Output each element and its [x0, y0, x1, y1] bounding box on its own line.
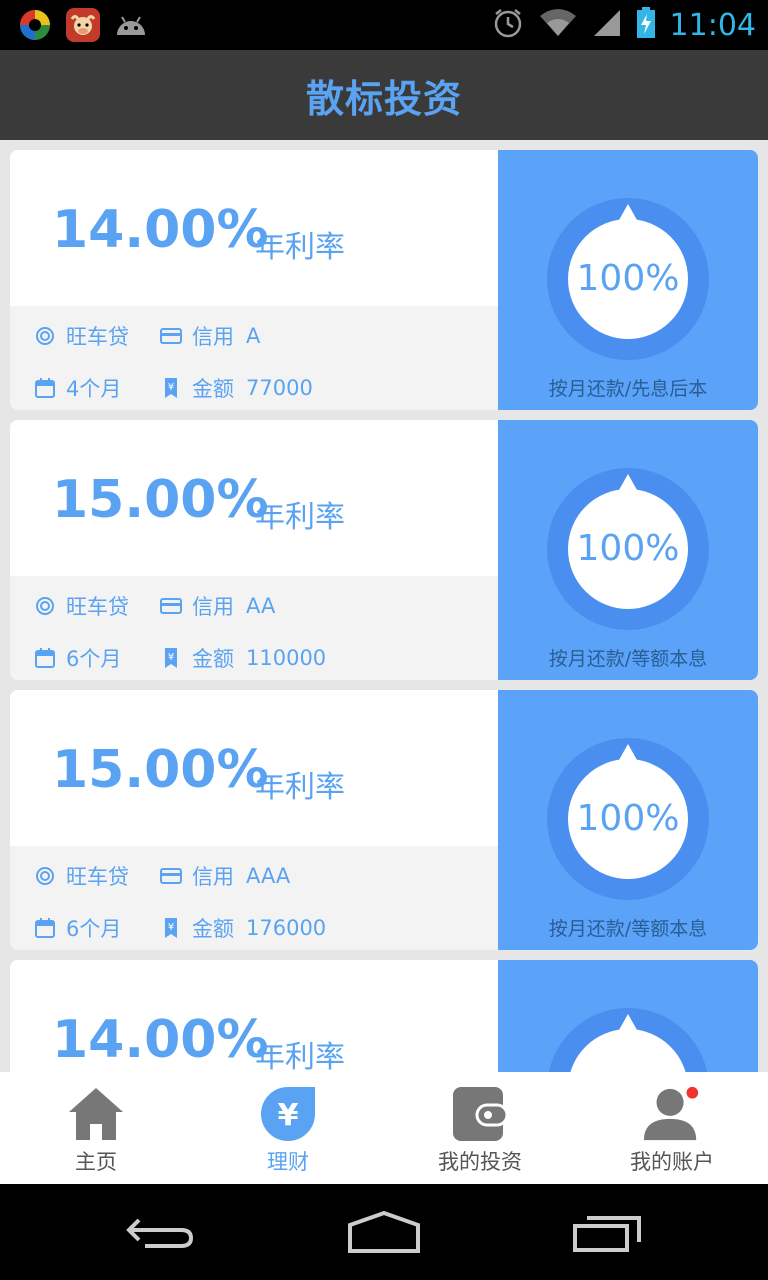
annual-rate: 14.00%	[52, 1010, 269, 1070]
app-cow-icon	[66, 8, 100, 42]
battery-charging-icon	[636, 7, 656, 43]
loan-list[interactable]: 14.00% 年利率 旺车贷 信用 A 4个月 ¥ 金额 77000 100% 按月还…	[0, 140, 768, 1072]
system-nav-bar	[0, 1184, 768, 1280]
home-nav-icon[interactable]	[334, 1204, 434, 1260]
loan-term: 6个月	[66, 647, 122, 671]
credit-card-icon	[160, 325, 182, 347]
loan-card[interactable]: 14.00% 年利率	[10, 960, 758, 1072]
status-bar: 11:04	[0, 0, 768, 50]
amount-label: 金额	[192, 647, 234, 671]
loan-card[interactable]: 14.00% 年利率 旺车贷 信用 A 4个月 ¥ 金额 77000 100% 按月还…	[10, 150, 758, 410]
amount-label: 金额	[192, 917, 234, 941]
credit-grade: A	[246, 324, 261, 348]
tab-my-account[interactable]: 我的账户	[576, 1072, 768, 1184]
yen-icon: ¥	[258, 1084, 318, 1144]
calendar-icon	[34, 377, 56, 399]
credit-label: 信用	[192, 325, 234, 349]
product-name: 旺车贷	[66, 865, 129, 889]
annual-rate-label: 年利率	[255, 230, 345, 265]
svg-text:¥: ¥	[278, 1098, 299, 1133]
loan-term: 6个月	[66, 917, 122, 941]
annual-rate: 15.00%	[52, 740, 269, 800]
loan-card[interactable]: 15.00% 年利率 旺车贷 信用 AAA 6个月 ¥ 金额 176000 100% …	[10, 690, 758, 950]
loan-card[interactable]: 15.00% 年利率 旺车贷 信用 AA 6个月 ¥ 金额 110000 100% 按…	[10, 420, 758, 680]
yen-tag-icon: ¥	[160, 647, 182, 669]
tab-finance[interactable]: ¥ 理财	[192, 1072, 384, 1184]
progress-ring	[548, 1008, 708, 1072]
progress-percent: 100%	[576, 798, 680, 839]
annual-rate: 14.00%	[52, 200, 269, 260]
target-icon	[34, 865, 56, 887]
calendar-icon	[34, 647, 56, 669]
notification-badge	[686, 1086, 699, 1099]
product-name: 旺车贷	[66, 325, 129, 349]
credit-grade: AAA	[246, 864, 291, 888]
repayment-method: 按月还款/先息后本	[548, 378, 708, 400]
wallet-icon	[450, 1084, 510, 1144]
svg-text:¥: ¥	[168, 652, 174, 663]
svg-text:¥: ¥	[168, 922, 174, 933]
credit-label: 信用	[192, 865, 234, 889]
status-time: 11:04	[669, 7, 756, 43]
svg-text:¥: ¥	[168, 382, 174, 393]
tab-label: 我的账户	[630, 1150, 714, 1174]
tab-home[interactable]: 主页	[0, 1072, 192, 1184]
loan-term: 4个月	[66, 377, 122, 401]
loan-amount: 77000	[246, 376, 313, 400]
alarm-icon	[492, 7, 524, 43]
credit-label: 信用	[192, 595, 234, 619]
annual-rate-label: 年利率	[255, 500, 345, 535]
yen-tag-icon: ¥	[160, 377, 182, 399]
credit-card-icon	[160, 865, 182, 887]
annual-rate: 15.00%	[52, 470, 269, 530]
calendar-icon	[34, 917, 56, 939]
tab-label: 理财	[267, 1150, 309, 1174]
wifi-icon	[538, 8, 578, 42]
product-name: 旺车贷	[66, 595, 129, 619]
tab-label: 我的投资	[438, 1150, 522, 1174]
android-icon	[114, 8, 148, 42]
repayment-method: 按月还款/等额本息	[548, 918, 708, 940]
home-icon	[66, 1084, 126, 1144]
back-icon[interactable]	[110, 1204, 210, 1260]
target-icon	[34, 325, 56, 347]
credit-grade: AA	[246, 594, 276, 618]
signal-icon	[592, 8, 622, 42]
credit-card-icon	[160, 595, 182, 617]
progress-percent: 100%	[576, 258, 680, 299]
amount-label: 金额	[192, 377, 234, 401]
tab-my-investments[interactable]: 我的投资	[384, 1072, 576, 1184]
user-icon	[642, 1084, 702, 1144]
bottom-tab-bar: 主页 ¥ 理财 我的投资 我的账户	[0, 1072, 768, 1184]
page-title: 散标投资	[305, 76, 462, 121]
progress-percent: 100%	[576, 528, 680, 569]
loan-amount: 176000	[246, 916, 327, 940]
title-bar: 散标投资	[0, 50, 768, 140]
yen-tag-icon: ¥	[160, 917, 182, 939]
app-360-icon	[18, 8, 52, 42]
repayment-method: 按月还款/等额本息	[548, 648, 708, 670]
loan-amount: 110000	[246, 646, 327, 670]
annual-rate-label: 年利率	[255, 770, 345, 805]
recents-icon[interactable]	[558, 1204, 658, 1260]
tab-label: 主页	[75, 1150, 117, 1174]
target-icon	[34, 595, 56, 617]
annual-rate-label: 年利率	[255, 1040, 345, 1072]
